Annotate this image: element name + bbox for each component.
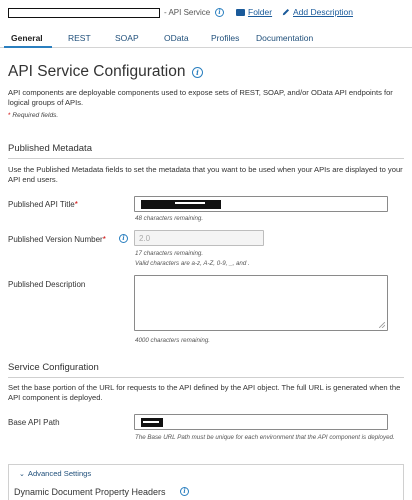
tab-soap[interactable]: SOAP — [115, 33, 139, 44]
version-valid-chars-hint: Valid characters are a-z, A-Z, 0-9, _, a… — [135, 260, 250, 267]
published-metadata-description: Use the Published Metadata fields to set… — [8, 165, 403, 184]
service-configuration-heading: Service Configuration — [8, 362, 99, 373]
published-description-label: Published Description — [8, 280, 86, 289]
dynamic-headers-label: Dynamic Document Property Headers — [14, 487, 166, 497]
chevron-down-icon: ⌄ — [19, 471, 25, 478]
pencil-icon — [282, 8, 290, 16]
description-hint: 4000 characters remaining. — [135, 337, 210, 344]
api-title-input[interactable] — [134, 196, 388, 212]
tab-odata[interactable]: OData — [164, 33, 189, 44]
redacted-value-mark — [143, 421, 159, 423]
published-description-textarea[interactable] — [134, 275, 388, 331]
version-hint: 17 characters remaining. — [135, 250, 204, 257]
api-title-hint: 48 characters remaining. — [135, 215, 204, 222]
header-bar: - API Service i Folder Add Description — [0, 0, 412, 26]
base-api-path-hint: The Base URL Path must be unique for eac… — [135, 434, 395, 441]
tab-bar: General REST SOAP OData Profiles Documen… — [0, 30, 412, 48]
service-configuration-description: Set the base portion of the URL for requ… — [8, 383, 401, 402]
add-description-link[interactable]: Add Description — [282, 7, 353, 18]
folder-icon — [236, 9, 245, 16]
intro-text: API components are deployable components… — [8, 88, 393, 107]
component-type-label: - API Service — [164, 8, 211, 17]
redacted-component-name — [8, 8, 160, 18]
active-tab-indicator — [4, 46, 52, 48]
panel-border — [8, 482, 9, 500]
required-note: * Required fields. — [8, 112, 59, 119]
published-metadata-heading: Published Metadata — [8, 143, 92, 154]
divider — [8, 377, 404, 378]
info-icon[interactable]: i — [180, 487, 189, 496]
api-title-label: Published API Title* — [8, 200, 78, 209]
tab-profiles[interactable]: Profiles — [211, 33, 239, 44]
advanced-settings-toggle[interactable]: ⌄ Advanced Settings — [19, 469, 91, 480]
folder-link[interactable]: Folder — [236, 7, 272, 18]
advanced-settings-panel: ⌄ Advanced Settings — [8, 464, 404, 482]
info-icon[interactable]: i — [119, 234, 128, 243]
redacted-value-mark — [175, 202, 205, 204]
tab-rest[interactable]: REST — [68, 33, 91, 44]
divider — [8, 158, 404, 159]
info-icon[interactable]: i — [192, 67, 203, 78]
page-title: API Service Configuration — [8, 63, 186, 80]
base-api-path-label: Base API Path — [8, 418, 60, 427]
resize-handle-icon[interactable] — [379, 322, 385, 328]
info-icon[interactable]: i — [215, 8, 224, 17]
tab-documentation[interactable]: Documentation — [256, 33, 313, 44]
version-number-label: Published Version Number* — [8, 235, 106, 244]
tab-general[interactable]: General — [11, 33, 43, 44]
version-number-input[interactable]: 2.0 — [134, 230, 264, 246]
panel-border — [403, 482, 404, 500]
base-api-path-input[interactable] — [134, 414, 388, 430]
